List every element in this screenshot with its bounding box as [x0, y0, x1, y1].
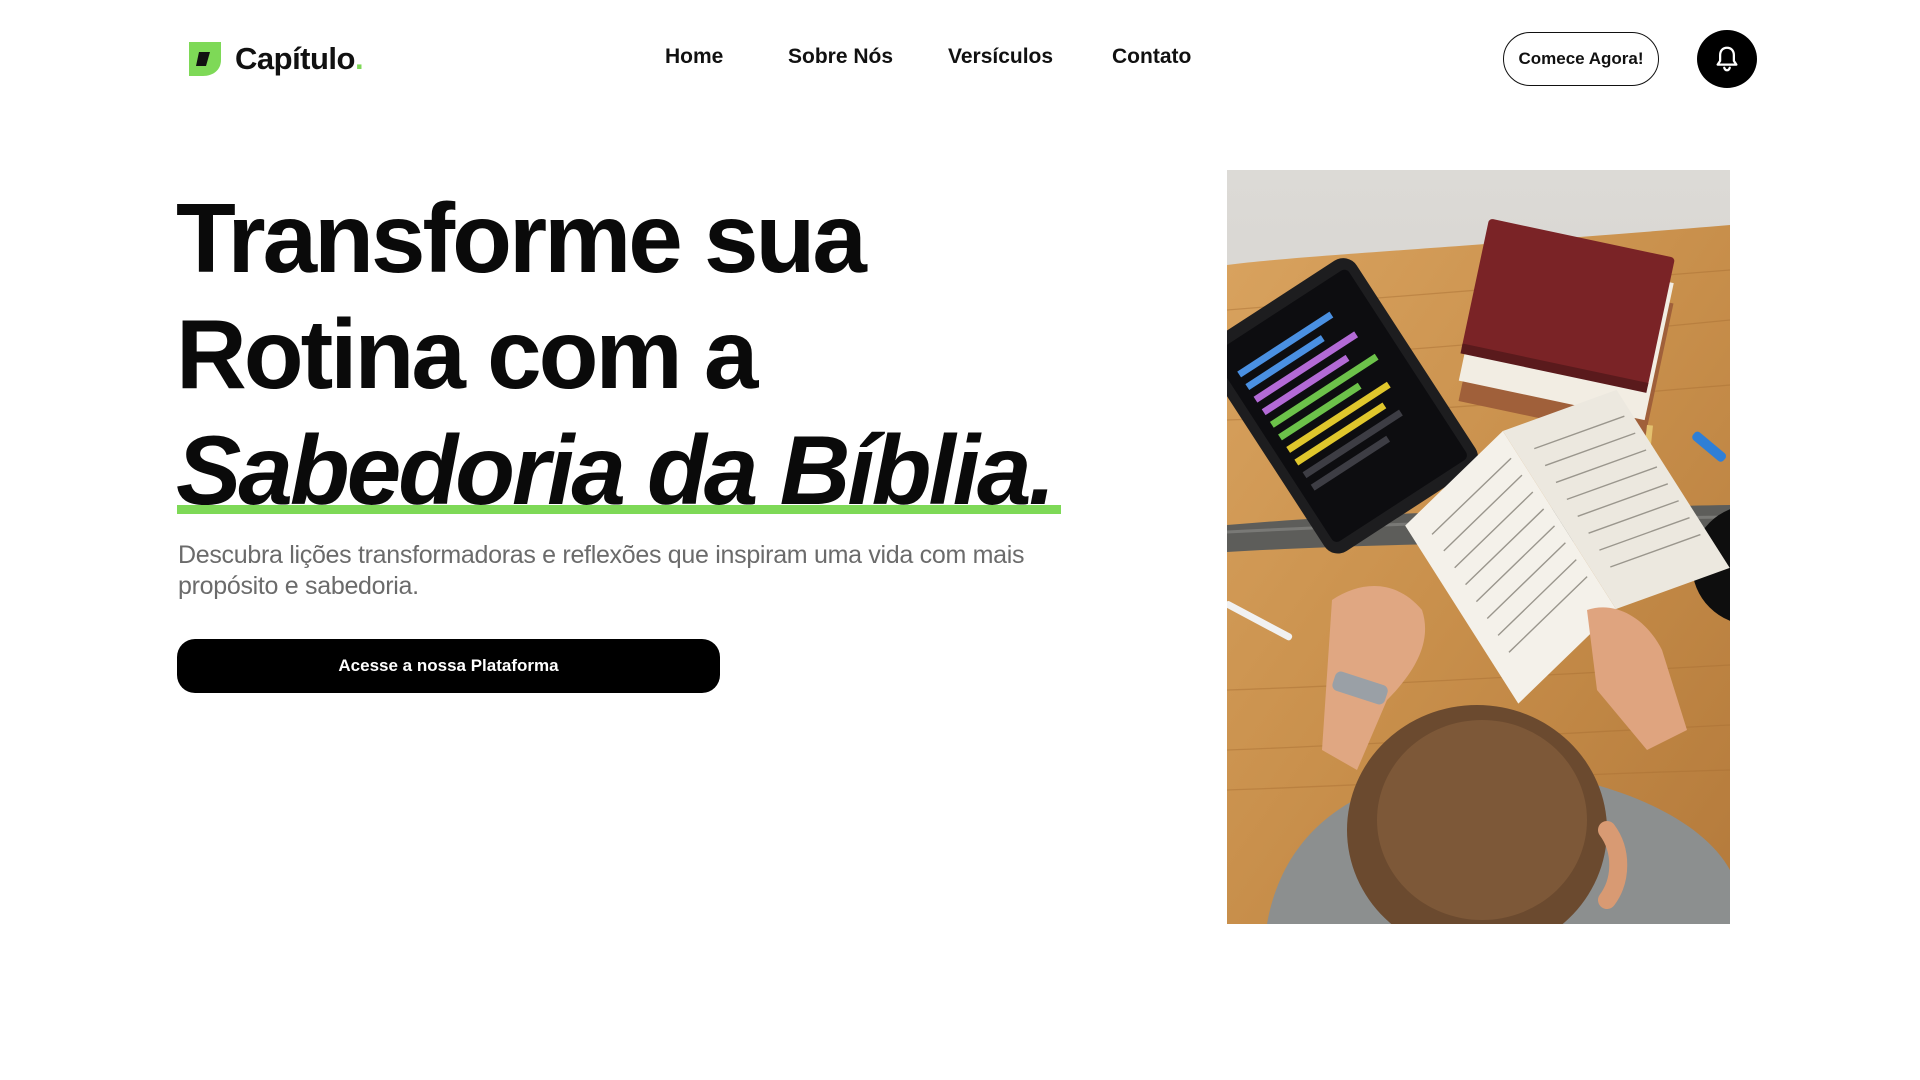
nav-item-contato[interactable]: Contato	[1112, 45, 1191, 69]
nav-item-home[interactable]: Home	[665, 45, 723, 69]
nav-item-sobre-nos[interactable]: Sobre Nós	[788, 45, 893, 69]
title-underline	[177, 505, 1061, 514]
hero-title: Transforme sua Rotina com a Sabedoria da…	[176, 180, 1136, 528]
comece-agora-button[interactable]: Comece Agora!	[1503, 32, 1659, 86]
bible-study-illustration	[1227, 170, 1730, 924]
bell-icon	[1716, 46, 1738, 72]
notification-button[interactable]	[1697, 30, 1757, 88]
hero-subtitle: Descubra lições transformadoras e reflex…	[178, 541, 1025, 600]
nav-item-versiculos[interactable]: Versículos	[948, 45, 1053, 69]
hero-photo	[1227, 170, 1730, 924]
access-platform-button[interactable]: Acesse a nossa Plataforma	[177, 639, 720, 693]
hero-title-line-2: Rotina com a	[176, 299, 758, 409]
hero-title-line-1: Transforme sua	[176, 183, 867, 293]
